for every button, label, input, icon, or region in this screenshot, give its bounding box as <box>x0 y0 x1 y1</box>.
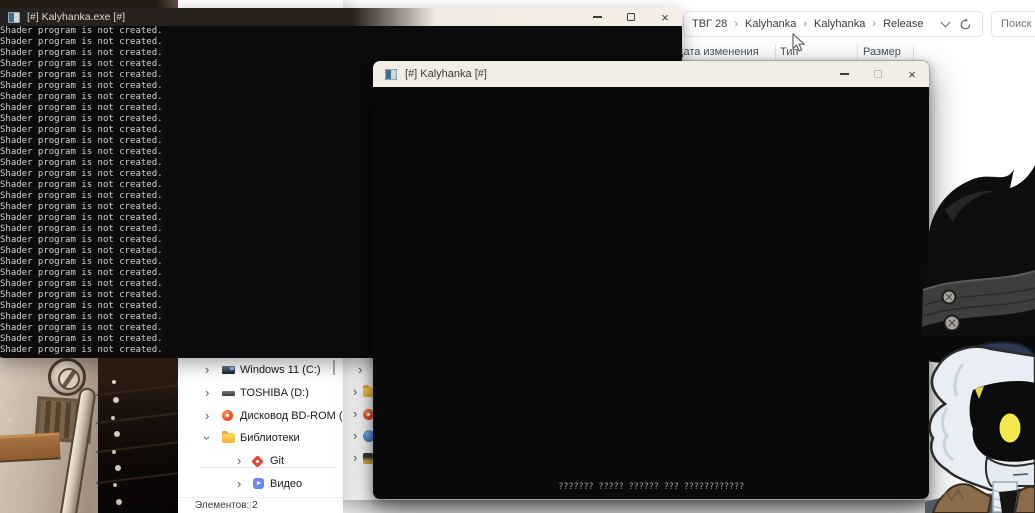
tree-label: Видео <box>270 477 303 490</box>
git-icon <box>251 454 264 468</box>
address-bar[interactable]: ТВГ 28 › Kalyhanka › Kalyhanka › Release <box>683 11 983 37</box>
tree-row[interactable]: › Windows 11 (C:) <box>178 359 343 382</box>
minimize-button[interactable] <box>827 61 861 87</box>
tree-row[interactable]: › TOSHIBA (D:) <box>178 382 343 405</box>
breadcrumb-item[interactable]: Kalyhanka <box>814 18 865 30</box>
video-icon <box>253 478 264 490</box>
scrollbar[interactable] <box>333 360 335 375</box>
tree-row[interactable]: › Дисковод BD-ROM (E:) <box>178 404 343 427</box>
tree-front: › Windows 11 (C:) › TOSHIBA (D:) › Дисковод B… <box>178 359 343 513</box>
breadcrumb-separator: › <box>803 18 808 30</box>
chevron-expanded-icon[interactable]: › <box>200 436 215 440</box>
chevron-collapsed-icon[interactable]: › <box>353 451 357 464</box>
desktop: ТВГ 28 › Kalyhanka › Kalyhanka › Release Поиск… <box>0 0 1035 513</box>
tree-row[interactable]: › Видео <box>178 472 343 495</box>
chevron-collapsed-icon[interactable]: › <box>205 409 209 422</box>
eye <box>999 413 1021 443</box>
chevron-collapsed-icon[interactable]: › <box>353 429 357 442</box>
minimize-button[interactable] <box>580 8 614 26</box>
chevron-collapsed-icon[interactable]: › <box>353 385 357 398</box>
tree-label: Дисковод BD-ROM (E:) <box>240 409 343 422</box>
window-title: [#] Kalyhanka [#] <box>405 68 487 80</box>
status-bar: Элементов: 2 <box>178 497 343 513</box>
refresh-icon[interactable] <box>959 18 972 31</box>
chevron-collapsed-icon[interactable]: › <box>237 454 241 467</box>
breadcrumb-item[interactable]: Release <box>883 18 923 30</box>
column-header-date[interactable]: Дата изменения <box>676 46 759 58</box>
tree-label: TOSHIBA (D:) <box>240 387 309 400</box>
robot-mascot-character[interactable] <box>795 140 1035 513</box>
chevron-collapsed-icon[interactable]: › <box>237 477 241 490</box>
wallpaper-stripe <box>0 432 61 463</box>
log-line: Shader program is not created. <box>0 37 163 47</box>
log-line: Shader program is not created. <box>0 48 163 58</box>
breadcrumb-item[interactable]: Kalyhanka <box>745 18 796 30</box>
wallpaper-artwork <box>0 350 195 513</box>
status-text: Элементов: 2 <box>195 500 258 511</box>
tree-separator <box>200 467 335 468</box>
search-input[interactable]: Поиск в: R <box>991 11 1035 37</box>
wallpaper-dots <box>112 380 116 384</box>
minimize-icon <box>839 73 849 75</box>
mouth <box>1012 473 1029 476</box>
tree-label: Библиотеки <box>240 432 300 445</box>
log-line: Shader program is not created. <box>0 26 163 36</box>
close-icon: × <box>661 9 669 25</box>
maximize-icon <box>627 13 635 21</box>
tree-label: Windows 11 (C:) <box>240 364 321 377</box>
tree-row[interactable]: › Библиотеки <box>178 427 343 450</box>
hard-drive-icon <box>222 390 235 396</box>
column-header-size[interactable]: Размер <box>863 46 901 58</box>
close-button[interactable]: × <box>648 8 682 26</box>
chevron-down-icon[interactable] <box>940 17 951 28</box>
breadcrumb-separator: › <box>872 18 877 30</box>
tree-label: Git <box>270 455 285 468</box>
maximize-button[interactable] <box>861 61 895 87</box>
breadcrumb-item[interactable]: ТВГ 28 <box>692 18 727 30</box>
close-button[interactable]: × <box>895 61 929 87</box>
disc-drive-icon <box>222 410 233 422</box>
folder-icon <box>222 431 235 444</box>
window-title: [#] Kalyhanka.exe [#] <box>27 11 126 23</box>
console-app-icon <box>8 11 20 23</box>
maximize-button[interactable] <box>614 8 648 26</box>
search-text: Поиск в: R <box>1001 18 1035 30</box>
chevron-collapsed-icon[interactable]: › <box>358 363 362 376</box>
breadcrumb-separator: › <box>734 18 738 30</box>
console-back-titlebar[interactable]: [#] Kalyhanka.exe [#] × <box>0 8 682 26</box>
chevron-collapsed-icon[interactable]: › <box>205 386 209 399</box>
console-front-titlebar[interactable]: [#] Kalyhanka [#] × <box>373 61 929 87</box>
breadcrumb: ТВГ 28 › Kalyhanka › Kalyhanka › Release <box>692 18 938 30</box>
tree-row[interactable]: › Git <box>178 450 343 473</box>
system-drive-icon <box>222 366 235 375</box>
console-app-icon <box>385 68 397 80</box>
minimize-icon <box>592 16 602 18</box>
mouse-cursor <box>792 33 805 52</box>
maximize-icon <box>874 70 882 78</box>
chevron-collapsed-icon[interactable]: › <box>205 363 209 376</box>
chevron-collapsed-icon[interactable]: › <box>353 407 357 420</box>
close-icon: × <box>908 66 916 82</box>
